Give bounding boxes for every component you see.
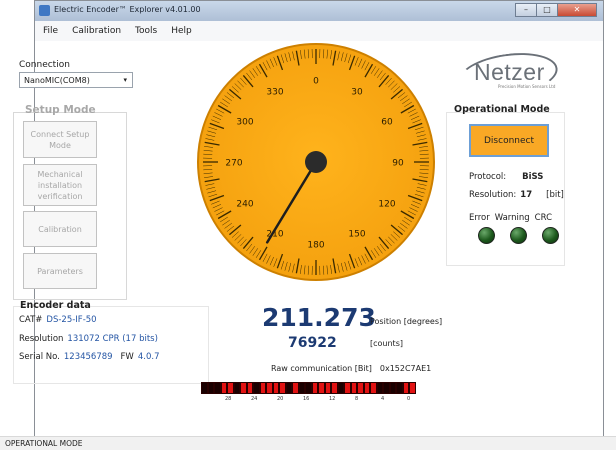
cat-label: CAT# — [19, 315, 43, 325]
encoder-data-title: Encoder data — [20, 300, 91, 311]
protocol-row: Protocol: BiSS — [469, 172, 543, 182]
bit-label-16: 16 — [303, 396, 310, 402]
dial-label-150: 150 — [348, 230, 365, 240]
warning-led-icon — [510, 227, 527, 244]
fw-value: 4.0.7 — [137, 352, 160, 362]
netzer-logo: Netzer Precision Motion Sensors Ltd — [455, 47, 561, 103]
connection-value: NanoMIC(COM8) — [24, 76, 90, 85]
dial-label-240: 240 — [236, 200, 253, 210]
encoder-resolution-value: 131072 CPR (17 bits) — [67, 334, 158, 344]
error-led-icon — [478, 227, 495, 244]
logo-wordmark: Netzer — [474, 59, 545, 85]
dial-label-90: 90 — [392, 159, 404, 169]
position-value: 211.273 — [262, 303, 376, 332]
warning-label: Warning — [494, 213, 530, 223]
chevron-down-icon: ▾ — [123, 76, 127, 84]
title-bar[interactable]: Electric Encoder™ Explorer v4.01.00 – □ … — [35, 1, 603, 21]
resolution-label: Resolution: — [469, 190, 517, 200]
calibration-button[interactable]: Calibration — [23, 211, 97, 247]
cat-row: CAT# DS-25-IF-50 — [19, 315, 97, 325]
window-title: Electric Encoder™ Explorer v4.01.00 — [54, 5, 201, 14]
dial-label-300: 300 — [236, 118, 253, 128]
raw-communication-label: Raw communication [Bit] — [271, 364, 372, 373]
serial-row: Serial No. 123456789 FW 4.0.7 — [19, 352, 159, 362]
mechanical-installation-verification-button[interactable]: Mechanical installation verification — [23, 164, 97, 206]
error-label: Error — [469, 213, 490, 223]
serial-label: Serial No. — [19, 352, 60, 362]
status-text: OPERATIONAL MODE — [5, 439, 83, 448]
connection-select[interactable]: NanoMIC(COM8) ▾ — [19, 72, 133, 88]
dial-label-180: 180 — [307, 241, 324, 251]
serial-value: 123456789 — [63, 352, 113, 362]
disconnect-label: Disconnect — [484, 135, 534, 146]
raw-bit — [409, 382, 416, 394]
maximize-button[interactable]: □ — [536, 3, 558, 17]
bit-label-4: 4 — [381, 396, 385, 402]
dial-label-270: 270 — [225, 159, 242, 169]
bit-label-20: 20 — [277, 396, 284, 402]
raw-bit-strip — [201, 382, 416, 394]
close-button[interactable]: ✕ — [557, 3, 597, 17]
disconnect-button[interactable]: Disconnect — [469, 124, 549, 157]
crc-label: CRC — [534, 213, 553, 223]
raw-communication-row: Raw communication [Bit] 0x152C7AE1 — [271, 364, 431, 373]
protocol-value: BiSS — [522, 172, 544, 182]
dial-label-60: 60 — [381, 118, 393, 128]
menu-calibration[interactable]: Calibration — [64, 21, 127, 36]
bit-label-28: 28 — [225, 396, 232, 402]
logo-tagline: Precision Motion Sensors Ltd — [498, 84, 556, 89]
dial-label-330: 330 — [266, 87, 283, 97]
minimize-icon: – — [524, 5, 528, 14]
menu-help[interactable]: Help — [163, 21, 198, 36]
resolution-row: Resolution: 17 [bit] — [469, 190, 564, 200]
bit-label-8: 8 — [355, 396, 359, 402]
raw-hex-value: 0x152C7AE1 — [379, 364, 432, 373]
counts-unit: [counts] — [370, 339, 403, 348]
parameters-button[interactable]: Parameters — [23, 253, 97, 289]
cat-value: DS-25-IF-50 — [46, 315, 97, 325]
window-controls: – □ ✕ — [515, 3, 597, 17]
fw-label: FW — [120, 352, 134, 362]
setup-mode-title: Setup Mode — [25, 104, 96, 116]
resolution-value: 17 — [520, 190, 533, 200]
encoder-resolution-label: Resolution — [19, 334, 64, 344]
menu-tools[interactable]: Tools — [127, 21, 163, 36]
parameters-label: Parameters — [37, 266, 83, 276]
calibration-label: Calibration — [38, 224, 82, 234]
operational-mode-title: Operational Mode — [454, 104, 550, 115]
encoder-resolution-row: Resolution 131072 CPR (17 bits) — [19, 334, 158, 344]
resolution-unit: [bit] — [546, 190, 564, 200]
bit-label-24: 24 — [251, 396, 258, 402]
led-labels: Error Warning CRC — [469, 213, 557, 223]
maximize-icon: □ — [543, 5, 551, 14]
minimize-button[interactable]: – — [515, 3, 537, 17]
protocol-label: Protocol: — [469, 172, 507, 182]
dial-hub — [305, 151, 327, 173]
menu-file[interactable]: File — [35, 21, 64, 36]
dial-label-30: 30 — [351, 87, 363, 97]
counts-value: 76922 — [288, 335, 337, 351]
connection-label: Connection — [19, 60, 70, 70]
status-bar: OPERATIONAL MODE — [0, 436, 616, 450]
connect-setup-mode-label: Connect Setup Mode — [30, 129, 90, 150]
position-dial: 0306090120150180210240270300330 — [197, 43, 435, 281]
position-unit: Position [degrees] — [370, 317, 443, 326]
close-icon: ✕ — [573, 5, 581, 14]
bit-label-12: 12 — [329, 396, 336, 402]
app-icon — [39, 5, 50, 16]
dial-label-0: 0 — [313, 77, 319, 87]
dial-label-120: 120 — [378, 200, 395, 210]
mechanical-installation-label: Mechanical installation verification — [37, 169, 83, 201]
crc-led-icon — [542, 227, 559, 244]
bit-label-0: 0 — [407, 396, 411, 402]
connect-setup-mode-button[interactable]: Connect Setup Mode — [23, 121, 97, 158]
